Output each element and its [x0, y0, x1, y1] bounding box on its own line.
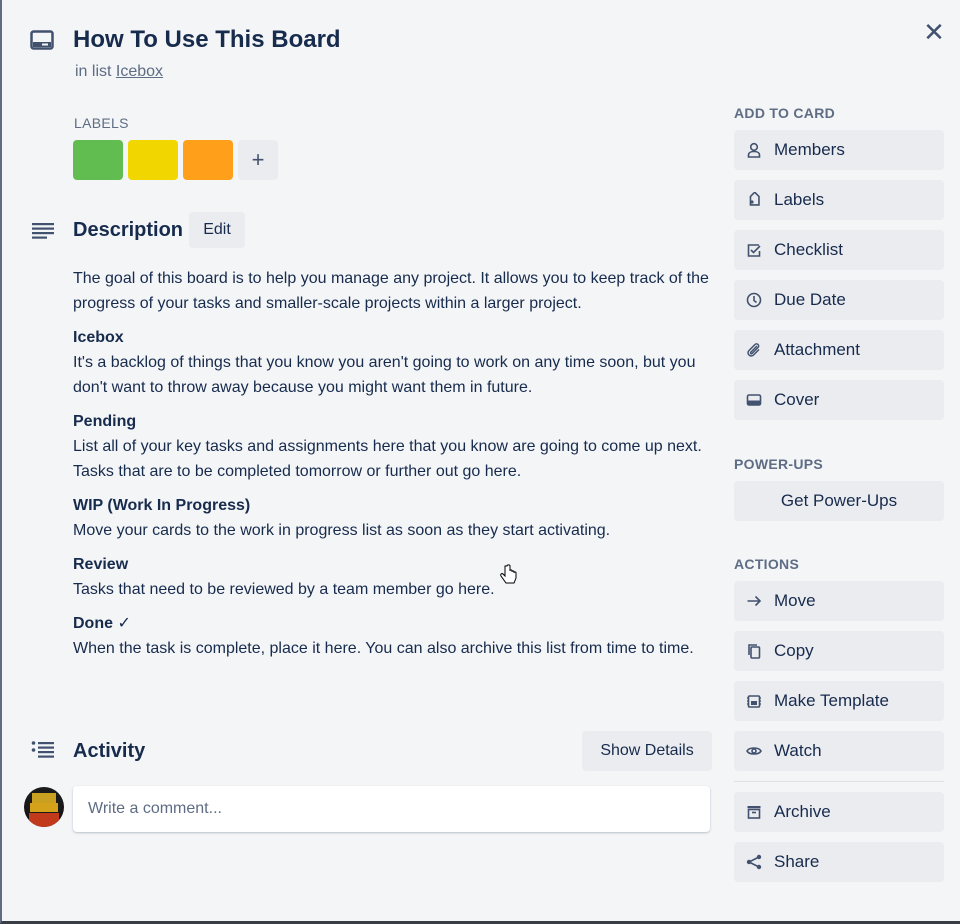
- section-text: It's a backlog of things that you know y…: [73, 354, 696, 396]
- person-icon: [747, 142, 761, 158]
- paperclip-icon: [747, 343, 760, 357]
- section-title: WIP (Work In Progress): [73, 497, 251, 514]
- label-chip-orange[interactable]: [183, 140, 233, 180]
- description-body[interactable]: The goal of this board is to help you ma…: [73, 266, 718, 670]
- section-text: Tasks that need to be reviewed by a team…: [73, 581, 495, 598]
- cover-icon: [746, 394, 762, 406]
- label-chip-green[interactable]: [73, 140, 123, 180]
- close-icon: ✕: [923, 16, 945, 47]
- members-label: Members: [774, 140, 845, 159]
- arrow-right-icon: [747, 595, 762, 607]
- description-intro: The goal of this board is to help you ma…: [73, 270, 709, 312]
- actions-heading: ACTIONS: [734, 556, 800, 572]
- labels-heading: LABELS: [74, 115, 129, 131]
- section-title: Pending: [73, 413, 137, 430]
- get-power-ups-button[interactable]: Get Power-Ups: [734, 481, 944, 521]
- share-icon: [746, 854, 762, 870]
- section-text: When the task is complete, place it here…: [73, 640, 694, 657]
- members-button[interactable]: Members: [734, 130, 944, 170]
- plus-icon: +: [251, 147, 265, 172]
- description-section: Done ✓ When the task is complete, place …: [73, 611, 718, 661]
- tag-icon: [749, 192, 760, 206]
- labels-label: Labels: [774, 190, 825, 209]
- checklist-button[interactable]: Checklist: [734, 230, 944, 270]
- eye-icon: [746, 747, 762, 755]
- activity-icon: [31, 741, 54, 758]
- watch-label: Watch: [774, 741, 822, 760]
- attachment-button[interactable]: Attachment: [734, 330, 944, 370]
- move-button[interactable]: Move: [734, 581, 944, 621]
- hand-cursor-icon: [500, 564, 517, 584]
- section-title: Icebox: [73, 329, 124, 346]
- sidebar-divider: [734, 781, 944, 782]
- archive-label: Archive: [774, 802, 831, 821]
- card-icon: [30, 30, 54, 50]
- card-detail-window: ✕ How To Use This Board in list Icebox L…: [0, 0, 960, 924]
- close-button[interactable]: ✕: [918, 16, 950, 48]
- section-text: Move your cards to the work in progress …: [73, 522, 611, 539]
- power-ups-heading: POWER-UPS: [734, 456, 824, 472]
- copy-icon: [748, 644, 761, 659]
- copy-button[interactable]: Copy: [734, 631, 944, 671]
- description-section: WIP (Work In Progress) Move your cards t…: [73, 493, 718, 543]
- template-icon: [747, 695, 761, 708]
- in-list-text: in list Icebox: [75, 63, 163, 81]
- section-title: Done ✓: [73, 615, 131, 632]
- cover-button[interactable]: Cover: [734, 380, 944, 420]
- checklist-label: Checklist: [774, 240, 843, 259]
- description-section: Review Tasks that need to be reviewed by…: [73, 552, 718, 602]
- get-power-ups-label: Get Power-Ups: [780, 491, 898, 510]
- description-icon: [32, 223, 54, 239]
- labels-button[interactable]: Labels: [734, 180, 944, 220]
- activity-heading: Activity: [73, 740, 146, 762]
- description-heading: Description: [73, 219, 184, 241]
- archive-icon: [747, 806, 761, 819]
- show-details-button[interactable]: Show Details: [582, 731, 712, 771]
- add-to-card-heading: ADD TO CARD: [734, 105, 836, 121]
- clock-icon: [746, 292, 762, 308]
- section-title: Review: [73, 556, 129, 573]
- avatar[interactable]: [24, 787, 64, 827]
- cover-label: Cover: [774, 390, 820, 409]
- make-template-label: Make Template: [774, 691, 889, 710]
- move-label: Move: [774, 591, 816, 610]
- labels-row: +: [73, 140, 278, 180]
- due-date-button[interactable]: Due Date: [734, 280, 944, 320]
- archive-button[interactable]: Archive: [734, 792, 944, 832]
- checkbox-icon: [747, 244, 761, 257]
- label-chip-yellow[interactable]: [128, 140, 178, 180]
- description-section: Icebox It's a backlog of things that you…: [73, 325, 718, 400]
- in-list-prefix: in list: [75, 63, 112, 80]
- add-label-button[interactable]: +: [238, 140, 278, 180]
- attachment-label: Attachment: [774, 340, 860, 359]
- list-link[interactable]: Icebox: [116, 63, 163, 80]
- comment-input[interactable]: [73, 786, 710, 832]
- copy-label: Copy: [774, 641, 814, 660]
- share-label: Share: [774, 852, 820, 871]
- due-date-label: Due Date: [774, 290, 846, 309]
- edit-description-button[interactable]: Edit: [189, 212, 245, 248]
- section-text: List all of your key tasks and assignmen…: [73, 438, 702, 480]
- watch-button[interactable]: Watch: [734, 731, 944, 771]
- description-section: Pending List all of your key tasks and a…: [73, 409, 718, 484]
- share-button[interactable]: Share: [734, 842, 944, 882]
- card-title[interactable]: How To Use This Board: [73, 26, 341, 54]
- make-template-button[interactable]: Make Template: [734, 681, 944, 721]
